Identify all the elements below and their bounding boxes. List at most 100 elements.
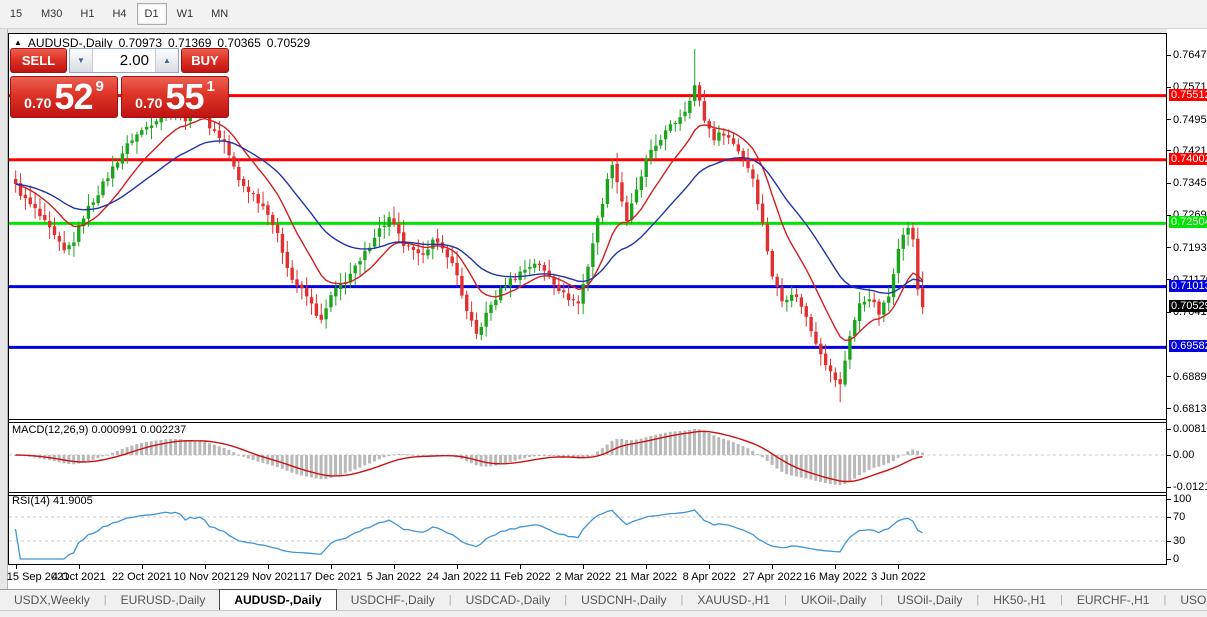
date-label: 2 Mar 2022 [555, 571, 611, 583]
rsi-axis-label: 30 [1173, 535, 1186, 547]
buy-price-big: 55 [165, 76, 204, 117]
timeframe-button-h4[interactable]: H4 [104, 3, 134, 25]
date-label: 10 Nov 2021 [173, 571, 237, 583]
sell-button[interactable]: SELL [10, 48, 67, 73]
date-label: 4 Oct 2021 [51, 571, 106, 583]
price-tick-mark [1167, 150, 1171, 152]
price-tick-mark [1167, 376, 1171, 378]
date-label: 3 Jun 2022 [871, 571, 926, 583]
macd-axis-label: -0.012125 [1173, 481, 1207, 493]
timeframe-button-h1[interactable]: H1 [72, 3, 102, 25]
price-tick-label: 0.74950 [1173, 113, 1207, 126]
date-label: 21 Mar 2022 [615, 571, 678, 583]
date-label: 17 Dec 2021 [299, 571, 363, 583]
date-label: 24 Jan 2022 [426, 571, 488, 583]
symbol-tab-usdcnh-daily[interactable]: USDCNH-,Daily [567, 590, 680, 610]
buy-price-button[interactable]: 0.70 55 1 [121, 76, 229, 118]
volume-increase-button[interactable]: ▲ [155, 49, 178, 72]
symbol-marker-icon: ▲ [14, 37, 22, 47]
timeframe-button-w1[interactable]: W1 [169, 3, 202, 25]
rsi-axis-label: 100 [1173, 493, 1192, 505]
date-tick-mark [267, 565, 269, 569]
symbol-tab-audusd-daily[interactable]: AUDUSD-,Daily [219, 589, 337, 610]
date-tick-mark [394, 565, 395, 569]
date-tick-mark [330, 565, 332, 569]
current-price-badge: 0.70529 [1169, 300, 1207, 313]
timeframe-button-15[interactable]: 15 [1, 3, 31, 25]
sell-price-pip: 9 [95, 78, 104, 95]
price-tick-label: 0.73450 [1173, 177, 1207, 190]
date-label: 22 Oct 2021 [111, 571, 172, 583]
date-tick-mark [457, 565, 459, 569]
date-label: 5 Jan 2022 [366, 571, 422, 583]
volume-input[interactable]: 2.00 [93, 49, 155, 72]
sell-price-button[interactable]: 0.70 52 9 [10, 76, 118, 118]
volume-stepper: ▼ 2.00 ▲ [69, 48, 179, 73]
date-label: 27 Apr 2022 [742, 571, 802, 583]
price-tick-mark [1167, 86, 1171, 88]
level-price-badge-0.74002: 0.74002 [1169, 152, 1207, 165]
buy-price-pip: 1 [206, 78, 215, 95]
macd-tick-mark [1167, 486, 1171, 488]
rsi-axis-label: 70 [1173, 511, 1186, 523]
price-axis[interactable]: 0.764700.757100.749500.742100.734500.726… [1167, 29, 1207, 590]
symbol-tab-usdchf-daily[interactable]: USDCHF-,Daily [337, 590, 449, 610]
price-tick-mark [1167, 54, 1171, 56]
timeframe-button-mn[interactable]: MN [203, 3, 236, 25]
price-tick-mark [1167, 182, 1171, 184]
date-tick-mark [520, 565, 522, 569]
macd-label: MACD(12,26,9) 0.000991 0.002237 [12, 424, 187, 436]
date-tick-mark [141, 565, 143, 569]
buy-price-prefix: 0.70 [135, 95, 163, 111]
symbol-tab-usdx-weekly[interactable]: USDX,Weekly [0, 590, 104, 610]
symbol-tab-usoil-h4[interactable]: USOil-,H4 [1166, 590, 1207, 610]
macd-tick-mark [1167, 454, 1171, 456]
chevron-up-icon: ▲ [163, 56, 171, 65]
buy-button[interactable]: BUY [181, 48, 229, 73]
sell-price-big: 52 [54, 76, 93, 117]
ohlc-close: 0.70529 [266, 36, 311, 50]
volume-decrease-button[interactable]: ▼ [70, 49, 93, 72]
date-tick-mark [15, 565, 17, 569]
price-tick-label: 0.68130 [1173, 402, 1207, 415]
date-axis[interactable]: 15 Sep 2021 4 Oct 2021 22 Oct 2021 10 Nov 2… [7, 565, 1167, 589]
price-tick-mark [1167, 247, 1171, 249]
symbol-tab-hk50-h1[interactable]: HK50-,H1 [979, 590, 1060, 610]
rsi-tick-mark [1167, 558, 1171, 560]
date-tick-mark [78, 565, 80, 569]
macd-axis-label: 0.008197 [1173, 423, 1207, 435]
symbol-tab-ukoil-daily[interactable]: UKOil-,Daily [787, 590, 880, 610]
level-price-badge-0.75512: 0.75512 [1169, 88, 1207, 101]
timeframe-toolbar: 15 M30 H1 H4 D1 W1 MN [0, 0, 1207, 29]
sell-price-prefix: 0.70 [24, 95, 52, 111]
chevron-down-icon: ▼ [77, 56, 85, 65]
symbol-tab-usdcad-daily[interactable]: USDCAD-,Daily [452, 590, 565, 610]
price-tick-mark [1167, 408, 1171, 410]
timeframe-button-d1[interactable]: D1 [136, 3, 167, 25]
status-bar [0, 610, 1207, 617]
macd-tick-mark [1167, 428, 1171, 430]
rsi-tick-mark [1167, 540, 1171, 542]
symbol-tab-eurusd-daily[interactable]: EURUSD-,Daily [107, 590, 220, 610]
date-tick-mark [898, 565, 900, 569]
symbol-tab-bar: USDX,Weekly | EURUSD-,Daily AUDUSD-,Daily US… [0, 589, 1207, 610]
level-price-badge-0.72504: 0.72504 [1169, 216, 1207, 229]
timeframe-button-m30[interactable]: M30 [33, 3, 70, 25]
symbol-tab-eurchf-h1[interactable]: EURCHF-,H1 [1063, 590, 1164, 610]
rsi-tick-mark [1167, 498, 1171, 500]
rsi-tick-mark [1167, 516, 1171, 518]
level-price-badge-0.69582: 0.69582 [1169, 340, 1207, 353]
date-label: 8 Apr 2022 [682, 571, 736, 583]
level-price-badge-0.71013: 0.71013 [1169, 279, 1207, 292]
date-label: 16 May 2022 [803, 571, 868, 583]
macd-axis-label: 0.00 [1173, 449, 1195, 461]
date-tick-mark [583, 565, 585, 569]
price-tick-label: 0.76470 [1173, 49, 1207, 61]
date-tick-mark [646, 565, 648, 569]
symbol-tab-xauusd-h1[interactable]: XAUUSD-,H1 [683, 590, 784, 610]
symbol-tab-usoil-daily[interactable]: USOil-,Daily [883, 590, 976, 610]
rsi-label: RSI(14) 41.9005 [12, 495, 93, 507]
date-tick-mark [204, 565, 206, 569]
terminal-window: 15 M30 H1 H4 D1 W1 MN ▲ AUDUSD-,Daily 0.70973 … [0, 0, 1207, 617]
date-tick-mark [709, 565, 711, 569]
